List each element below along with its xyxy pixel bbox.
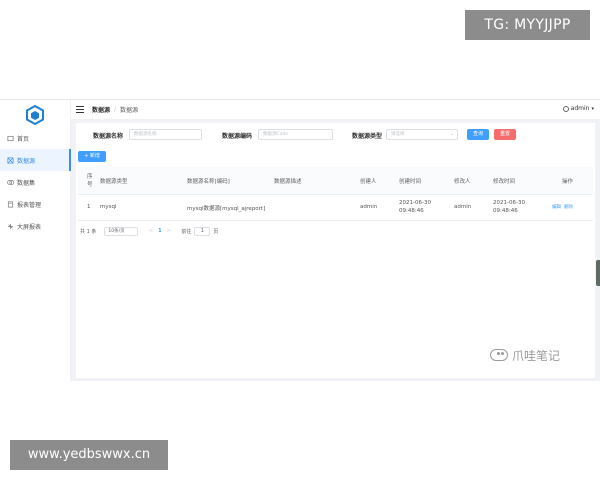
user-name: admin bbox=[570, 105, 590, 112]
select-placeholder: 请选择 bbox=[391, 132, 405, 137]
pagination-total: 共 1 条 bbox=[80, 228, 97, 235]
dataset-icon bbox=[7, 179, 14, 185]
breadcrumb-separator: / bbox=[114, 106, 117, 113]
cell-index: 1 bbox=[87, 204, 91, 210]
table-row: 1 mysql mysql数据源[mysql_ajreport] admin 2… bbox=[78, 195, 593, 221]
sidebar-item-datasource[interactable]: 数据源 bbox=[0, 149, 71, 171]
sidebar-item-label: 数据源 bbox=[17, 157, 36, 165]
sidebar-menu: 首页 数据源 数据集 报表管理 大屏报表 bbox=[0, 127, 71, 237]
edit-link[interactable]: 编辑 bbox=[552, 205, 561, 210]
sidebar-item-home[interactable]: 首页 bbox=[0, 127, 71, 149]
col-header-creator: 创建人 bbox=[360, 179, 377, 185]
content-panel: 数据源名称 数据源名称 数据源编码 数据源Code 数据源类型 请选择 ⌄ 查询… bbox=[76, 123, 595, 378]
caret-down-icon: ▾ bbox=[591, 105, 594, 112]
watermark-top: TG: MYYJJPP bbox=[465, 10, 590, 40]
goto-label: 前往 bbox=[181, 228, 192, 235]
sidebar-item-label: 首页 bbox=[17, 135, 30, 143]
cell-modified-at: 2021-06-30 09:48:46 bbox=[493, 200, 525, 214]
watermark-bottom: www.yedbswwx.cn bbox=[10, 440, 168, 470]
datasource-type-select[interactable]: 请选择 ⌄ bbox=[386, 129, 458, 140]
cell-creator: admin bbox=[360, 204, 378, 210]
col-header-created-at: 创建时间 bbox=[399, 179, 422, 185]
sidebar-item-report[interactable]: 报表管理 bbox=[0, 193, 71, 215]
datasource-code-label: 数据源编码 bbox=[222, 133, 253, 140]
app-window: 首页 数据源 数据集 报表管理 大屏报表 数据源 / 数据源 admin ▾ 数… bbox=[0, 99, 600, 381]
cell-modifier: admin bbox=[454, 204, 472, 210]
search-form: 数据源名称 数据源名称 数据源编码 数据源Code 数据源类型 请选择 ⌄ 查询… bbox=[76, 129, 595, 141]
col-header-modifier: 修改人 bbox=[454, 179, 471, 185]
col-header-index: 序号 bbox=[87, 174, 93, 188]
sidebar-item-screen[interactable]: 大屏报表 bbox=[0, 215, 71, 237]
chevron-down-icon: ⌄ bbox=[449, 131, 454, 137]
user-menu[interactable]: admin ▾ bbox=[562, 105, 594, 112]
screen-icon bbox=[7, 223, 14, 229]
user-icon bbox=[562, 105, 569, 112]
datasource-name-label: 数据源名称 bbox=[93, 133, 124, 140]
pagination: 共 1 条 10条/页 < 1 > 前往 1 页 bbox=[80, 226, 218, 236]
wechat-watermark-text: 爪哇笔记 bbox=[512, 348, 561, 363]
breadcrumb-current: 数据源 bbox=[120, 107, 139, 114]
col-header-modified-at: 修改时间 bbox=[493, 179, 516, 185]
sidebar-item-dataset[interactable]: 数据集 bbox=[0, 171, 71, 193]
datasource-name-input[interactable]: 数据源名称 bbox=[129, 129, 202, 140]
delete-link[interactable]: 删除 bbox=[564, 205, 573, 210]
top-navbar: 数据源 / 数据源 admin ▾ bbox=[71, 100, 600, 120]
sidebar-item-label: 报表管理 bbox=[17, 201, 42, 209]
reset-button[interactable]: 重置 bbox=[494, 129, 516, 140]
cell-created-at: 2021-06-30 09:48:46 bbox=[399, 200, 431, 214]
wechat-icon bbox=[490, 349, 508, 361]
home-icon bbox=[7, 135, 14, 141]
goto-page-input[interactable]: 1 bbox=[194, 226, 211, 236]
sidebar-item-label: 数据集 bbox=[17, 179, 36, 187]
datasource-code-input[interactable]: 数据源Code bbox=[258, 129, 333, 140]
sidebar: 首页 数据源 数据集 报表管理 大屏报表 bbox=[0, 100, 71, 381]
table-header: 序号 数据源类型 数据源名称[编码] 数据源描述 创建人 创建时间 修改人 修改… bbox=[78, 167, 593, 195]
page: TG: MYYJJPP 首页 数据源 数据集 报表管理 大屏报表 数据源 / 数… bbox=[0, 0, 600, 480]
breadcrumb-root[interactable]: 数据源 bbox=[92, 105, 110, 114]
app-logo-icon bbox=[26, 105, 44, 125]
hamburger-menu-icon[interactable] bbox=[76, 106, 84, 113]
page-size-select[interactable]: 10条/页 bbox=[104, 226, 139, 236]
col-header-desc: 数据源描述 bbox=[274, 179, 302, 185]
datasource-table: 序号 数据源类型 数据源名称[编码] 数据源描述 创建人 创建时间 修改人 修改… bbox=[78, 167, 593, 221]
goto-unit: 页 bbox=[213, 228, 219, 235]
next-page-button[interactable]: > bbox=[164, 228, 173, 234]
page-number[interactable]: 1 bbox=[155, 228, 164, 234]
search-button[interactable]: 查询 bbox=[467, 129, 489, 140]
cell-actions: 编辑 删除 bbox=[552, 204, 576, 210]
main-area: 数据源 / 数据源 admin ▾ 数据源名称 数据源名称 数据源编码 数据源C… bbox=[71, 100, 600, 381]
prev-page-button[interactable]: < bbox=[146, 228, 155, 234]
wechat-watermark: 爪哇笔记 bbox=[490, 347, 560, 363]
datasource-type-label: 数据源类型 bbox=[352, 133, 383, 140]
report-icon bbox=[7, 201, 14, 207]
cell-name: mysql数据源[mysql_ajreport] bbox=[187, 206, 266, 212]
cell-type: mysql bbox=[100, 204, 117, 210]
datasource-icon bbox=[7, 157, 14, 163]
sidebar-item-label: 大屏报表 bbox=[17, 223, 42, 231]
add-button[interactable]: + 新增 bbox=[78, 151, 106, 162]
col-header-name: 数据源名称[编码] bbox=[187, 179, 230, 185]
col-header-actions: 操作 bbox=[562, 179, 574, 185]
side-scroll-handle[interactable] bbox=[596, 260, 600, 286]
col-header-type: 数据源类型 bbox=[100, 179, 128, 185]
